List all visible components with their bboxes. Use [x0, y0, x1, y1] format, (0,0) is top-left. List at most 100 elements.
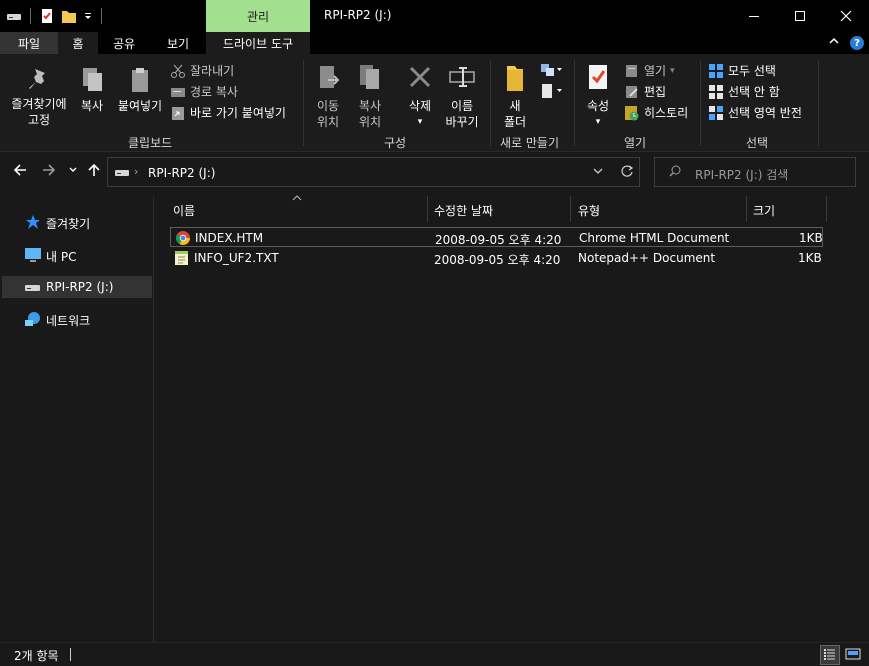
sidebar-item-label: 네트워크	[46, 314, 91, 328]
status-bar: 2개 항목	[0, 642, 869, 666]
easy-access-button[interactable]	[540, 83, 564, 99]
network-icon	[24, 311, 42, 327]
tab-share[interactable]: 공유	[98, 32, 150, 54]
history-button[interactable]: 히스토리	[624, 104, 688, 121]
details-view-button[interactable]	[820, 645, 840, 665]
select-none-icon	[709, 84, 723, 99]
drive-icon	[24, 279, 42, 295]
properties-checklist-icon	[589, 65, 607, 89]
open-icon	[626, 64, 637, 77]
address-bar[interactable]: › RPI-RP2 (J:)	[107, 157, 640, 187]
file-list: 이름 수정한 날짜 유형 크기 INDEX.HTM 2008-09-05 오후 …	[155, 194, 869, 642]
details-view-icon	[824, 649, 835, 660]
customize-qat-icon[interactable]	[83, 8, 93, 24]
back-arrow-icon[interactable]	[12, 162, 28, 182]
file-date: 2008-09-05 오후 4:20	[435, 233, 562, 247]
new-item-button[interactable]	[540, 62, 564, 78]
refresh-icon[interactable]	[620, 164, 634, 182]
file-name: INFO_UF2.TXT	[194, 251, 279, 265]
select-none-button[interactable]: 선택 안 함	[708, 83, 780, 100]
new-folder-button[interactable]: 새 폴더	[498, 62, 532, 130]
copy-button[interactable]: 복사	[76, 66, 108, 114]
properties-button[interactable]: 속성 ▾	[580, 62, 616, 130]
select-none-label: 선택 안 함	[728, 85, 780, 99]
search-input[interactable]: RPI-RP2 (J:) 검색	[654, 157, 856, 187]
file-date: 2008-09-05 오후 4:20	[434, 253, 561, 267]
tab-file[interactable]: 파일	[0, 32, 58, 54]
delete-dropdown-icon: ▾	[417, 117, 423, 127]
sidebar-item-quick-access[interactable]: 즐겨찾기	[2, 211, 152, 233]
rename-label-2: 바꾸기	[445, 115, 479, 129]
address-history-dropdown-icon[interactable]	[592, 165, 604, 180]
copy-to-label-1: 복사	[358, 99, 382, 113]
tab-drive-tools[interactable]: 드라이브 도구	[206, 32, 310, 54]
sidebar-item-this-pc[interactable]: 내 PC	[2, 244, 152, 266]
copy-path-icon	[171, 87, 185, 97]
group-separator	[818, 60, 819, 146]
notepad-icon	[174, 250, 190, 266]
cut-button[interactable]: 잘라내기	[170, 62, 234, 79]
column-divider[interactable]	[427, 196, 428, 222]
table-row[interactable]: INFO_UF2.TXT 2008-09-05 오후 4:20 Notepad+…	[170, 248, 823, 268]
select-all-icon	[709, 63, 723, 78]
edit-icon	[626, 85, 638, 98]
table-row[interactable]: INDEX.HTM 2008-09-05 오후 4:20 Chrome HTML…	[170, 227, 823, 247]
history-icon	[625, 105, 639, 120]
open-button[interactable]: 열기 ▾	[624, 62, 675, 79]
collapse-ribbon-icon[interactable]	[828, 35, 840, 50]
paste-shortcut-button[interactable]: 바로 가기 붙여넣기	[170, 104, 286, 121]
folder-icon	[507, 66, 523, 91]
up-arrow-icon[interactable]	[86, 162, 102, 182]
open-label: 열기	[644, 64, 667, 78]
sidebar-item-rpi-rp2[interactable]: RPI-RP2 (J:)	[2, 276, 152, 298]
delete-icon	[409, 66, 431, 88]
file-name: INDEX.HTM	[195, 231, 264, 245]
large-icons-view-button[interactable]	[844, 645, 864, 665]
navigation-pane: 즐겨찾기 내 PC RPI-RP2 (J:) 네트워크	[0, 196, 154, 642]
help-icon[interactable]: ?	[850, 36, 864, 50]
context-tab-manage[interactable]: 관리	[206, 0, 310, 32]
group-separator	[700, 60, 701, 146]
maximize-button[interactable]	[777, 0, 823, 32]
properties-icon[interactable]	[39, 8, 55, 24]
forward-arrow-icon[interactable]	[41, 162, 57, 182]
drive-icon[interactable]	[6, 8, 22, 24]
search-icon	[669, 165, 681, 180]
column-divider[interactable]	[746, 196, 747, 222]
new-folder-icon[interactable]	[61, 8, 77, 24]
column-header-type[interactable]: 유형	[578, 200, 600, 222]
delete-button[interactable]: 삭제 ▾	[402, 62, 438, 130]
title-bar: 관리 RPI-RP2 (J:)	[0, 0, 869, 32]
minimize-button[interactable]	[731, 0, 777, 32]
delete-label: 삭제	[408, 99, 432, 113]
breadcrumb[interactable]: RPI-RP2 (J:)	[148, 166, 215, 180]
rename-button[interactable]: 이름 바꾸기	[442, 62, 482, 130]
invert-selection-button[interactable]: 선택 영역 반전	[708, 104, 802, 121]
select-all-button[interactable]: 모두 선택	[708, 62, 776, 79]
column-header-name[interactable]: 이름	[173, 200, 195, 222]
column-header-size[interactable]: 크기	[753, 200, 775, 222]
breadcrumb-chevron-icon[interactable]: ›	[134, 165, 138, 178]
tab-home[interactable]: 홈	[58, 32, 98, 54]
sidebar-item-network[interactable]: 네트워크	[2, 308, 152, 330]
group-separator	[303, 60, 304, 146]
pin-to-quick-access-button[interactable]: 즐겨찾기에 고정	[4, 66, 74, 128]
column-divider[interactable]	[570, 196, 571, 222]
tab-view[interactable]: 보기	[150, 32, 206, 54]
recent-locations-icon[interactable]	[68, 162, 78, 182]
column-header-date[interactable]: 수정한 날짜	[434, 200, 493, 222]
copy-path-button[interactable]: 경로 복사	[170, 83, 238, 100]
close-button[interactable]	[823, 0, 869, 32]
move-to-button[interactable]: 이동 위치	[310, 62, 346, 130]
edit-button[interactable]: 편집	[624, 83, 666, 100]
copy-to-button[interactable]: 복사 위치	[352, 62, 388, 130]
paste-icon	[132, 68, 148, 92]
open-dropdown-icon: ▾	[670, 65, 675, 76]
cut-label: 잘라내기	[190, 64, 235, 78]
quick-access-toolbar	[6, 6, 104, 26]
column-divider[interactable]	[826, 196, 827, 222]
sort-ascending-icon	[292, 194, 302, 205]
chrome-icon	[175, 230, 191, 246]
paste-button[interactable]: 붙여넣기	[114, 66, 166, 114]
organize-group-label: 구성	[384, 136, 407, 150]
